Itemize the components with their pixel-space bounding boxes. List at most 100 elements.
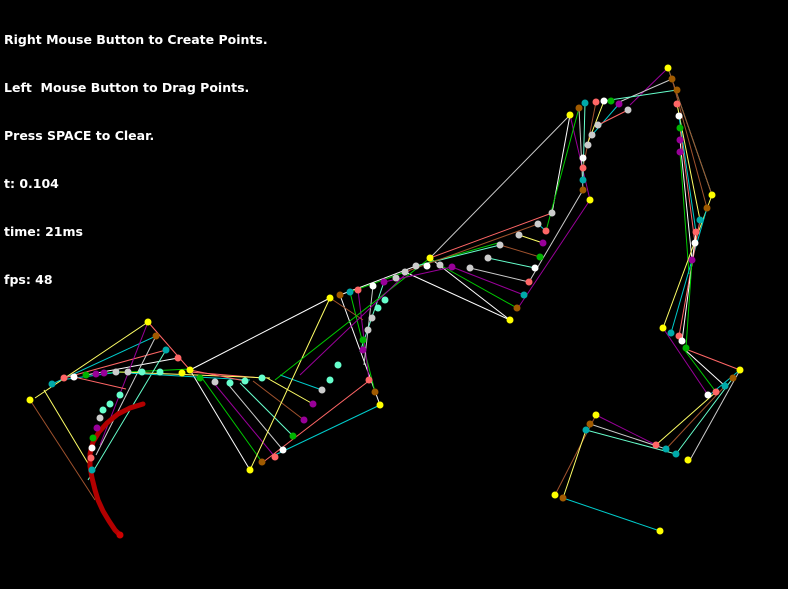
intermediate-point	[93, 424, 101, 432]
control-point[interactable]	[551, 491, 559, 499]
drag-points-instruction: Left Mouse Button to Drag Points.	[4, 80, 250, 95]
construction-line	[189, 297, 331, 371]
intermediate-point	[48, 380, 56, 388]
intermediate-point	[271, 453, 279, 461]
intermediate-point	[531, 264, 539, 272]
construction-line	[439, 264, 518, 309]
intermediate-point	[346, 288, 354, 296]
intermediate-point	[88, 444, 96, 452]
construction-line	[487, 257, 536, 269]
construction-line	[629, 67, 669, 106]
control-point[interactable]	[659, 324, 667, 332]
intermediate-point	[334, 361, 342, 369]
construction-line	[429, 114, 571, 259]
intermediate-point	[588, 131, 596, 139]
construction-line	[469, 267, 530, 283]
intermediate-point	[152, 332, 160, 340]
construction-line	[591, 103, 620, 136]
intermediate-point	[579, 186, 587, 194]
intermediate-point	[365, 376, 373, 384]
control-point[interactable]	[144, 318, 152, 326]
intermediate-point	[682, 344, 690, 352]
intermediate-point	[607, 97, 615, 105]
intermediate-point	[586, 420, 594, 428]
intermediate-point	[662, 445, 670, 453]
construction-line	[73, 376, 127, 390]
control-point[interactable]	[592, 411, 600, 419]
construction-line	[429, 212, 553, 259]
intermediate-point	[318, 386, 326, 394]
control-point[interactable]	[736, 366, 744, 374]
intermediate-point	[211, 378, 219, 386]
construction-line	[597, 109, 629, 126]
control-point[interactable]	[26, 396, 34, 404]
control-point[interactable]	[246, 466, 254, 474]
construction-line	[99, 321, 149, 446]
construction-line	[279, 374, 323, 391]
intermediate-point	[673, 100, 681, 108]
construction-line	[656, 391, 717, 445]
intermediate-point	[691, 239, 699, 247]
intermediate-point	[96, 414, 104, 422]
intermediate-point	[584, 141, 592, 149]
intermediate-point	[496, 241, 504, 249]
intermediate-point	[241, 377, 249, 385]
control-point[interactable]	[376, 401, 384, 409]
control-point[interactable]	[566, 111, 574, 119]
intermediate-point	[401, 268, 409, 276]
control-point[interactable]	[664, 64, 672, 72]
construction-line	[562, 497, 661, 532]
construction-line	[616, 78, 673, 104]
time-readout: time: 21ms	[4, 224, 83, 239]
construction-line	[189, 369, 251, 471]
construction-line	[274, 257, 431, 381]
intermediate-point	[279, 446, 287, 454]
intermediate-point	[359, 346, 367, 354]
intermediate-point	[582, 426, 590, 434]
control-point[interactable]	[708, 191, 716, 199]
control-point[interactable]	[586, 196, 594, 204]
intermediate-point	[466, 264, 474, 272]
construction-line	[585, 429, 677, 455]
intermediate-point	[624, 106, 632, 114]
intermediate-point	[226, 379, 234, 387]
construction-line	[201, 377, 263, 463]
intermediate-point	[100, 369, 108, 377]
control-point[interactable]	[506, 316, 514, 324]
construction-line	[562, 429, 587, 499]
intermediate-point	[652, 441, 660, 449]
control-point[interactable]	[684, 456, 692, 464]
intermediate-point	[692, 228, 700, 236]
intermediate-point	[668, 75, 676, 83]
bezier-curve	[87, 401, 146, 539]
control-point[interactable]	[326, 294, 334, 302]
control-point[interactable]	[656, 527, 664, 535]
intermediate-point	[520, 291, 528, 299]
intermediate-point	[87, 454, 95, 462]
intermediate-point	[371, 388, 379, 396]
curve-end-point	[116, 531, 124, 539]
t-parameter-readout: t: 0.104	[4, 176, 59, 191]
construction-line	[266, 377, 314, 405]
clear-instruction: Press SPACE to Clear.	[4, 128, 155, 143]
control-point[interactable]	[426, 254, 434, 262]
intermediate-point	[676, 148, 684, 156]
construction-line	[602, 89, 678, 102]
intermediate-point	[116, 391, 124, 399]
construction-line	[679, 139, 693, 261]
intermediate-point	[258, 374, 266, 382]
intermediate-point	[525, 278, 533, 286]
intermediate-point	[309, 400, 317, 408]
intermediate-point	[381, 296, 389, 304]
construction-line	[518, 234, 544, 244]
control-point[interactable]	[186, 366, 194, 374]
intermediate-point	[436, 261, 444, 269]
intermediate-point	[712, 388, 720, 396]
construction-line	[451, 266, 525, 296]
intermediate-point	[675, 112, 683, 120]
intermediate-point	[678, 337, 686, 345]
intermediate-point	[89, 434, 97, 442]
construction-line	[499, 244, 541, 258]
construction-line	[329, 297, 364, 321]
intermediate-point	[112, 368, 120, 376]
